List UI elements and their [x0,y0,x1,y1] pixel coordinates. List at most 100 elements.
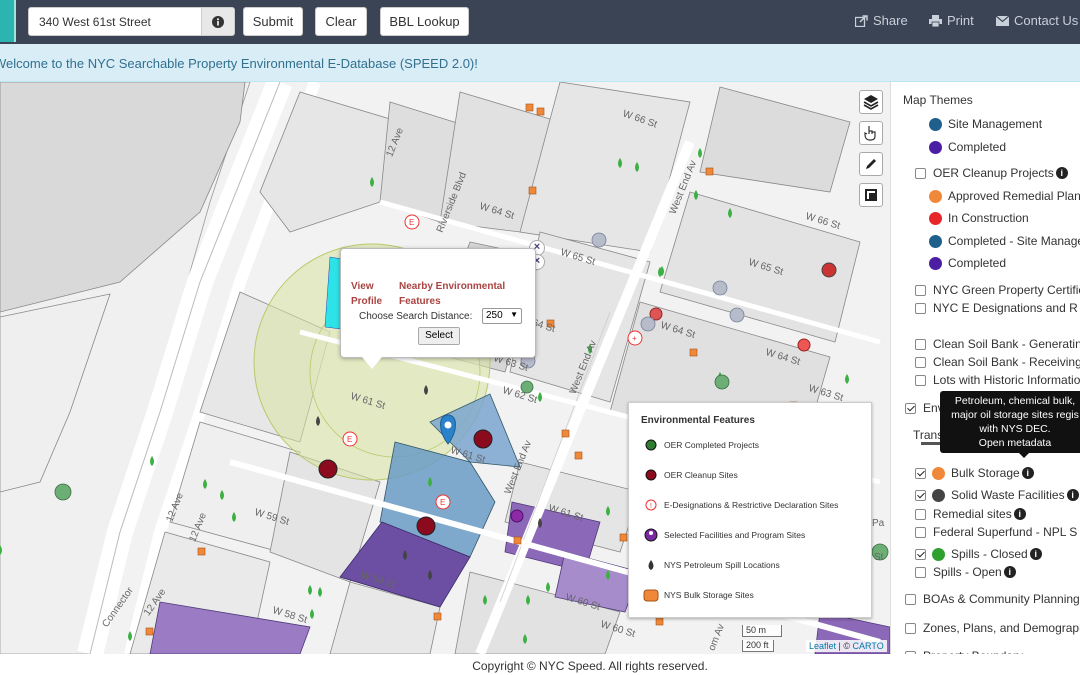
speed-logo[interactable] [0,0,16,42]
print-icon [929,14,942,27]
scale-meters: 50 m [742,625,782,637]
theme-item[interactable]: Site Management [929,117,1042,131]
legend-label: E-Designations & Restrictive Declaration… [664,500,839,510]
theme-item[interactable]: Spills - Open i [915,565,1016,579]
legend-dot-icon [929,234,942,248]
info-icon[interactable]: i [1013,508,1026,520]
legend-label: Selected Facilities and Program Sites [664,530,806,540]
theme-item[interactable]: NYC E Designations and R [915,301,1078,315]
legend-item: ! E-Designations & Restrictive Declarati… [641,497,838,513]
legend-dot-icon [929,256,942,270]
theme-item[interactable]: Lots with Historic Information [915,373,1080,387]
theme-item[interactable]: Bulk Storage i [915,466,1034,480]
theme-checkbox[interactable] [915,566,926,578]
theme-item[interactable]: Approved Remedial Plan [929,189,1080,203]
theme-checkbox[interactable] [915,356,926,368]
theme-label: Zones, Plans, and Demographics [923,621,1080,635]
search-info-button[interactable] [201,7,235,36]
theme-item[interactable]: Clean Soil Bank - Receiving [915,355,1080,369]
layer-swatch-icon [932,466,945,480]
green-check-icon [641,437,661,453]
theme-item[interactable]: OER Cleanup Projects i [915,166,1068,180]
info-icon[interactable]: i [1003,566,1016,578]
identify-button[interactable] [859,121,883,145]
select-button[interactable]: Select [418,327,460,345]
submit-button[interactable]: Submit [243,7,303,36]
layers-icon [863,95,879,110]
carto-link[interactable]: CARTO [853,641,884,651]
open-metadata-link[interactable]: Open metadata [940,436,1080,450]
theme-checkbox[interactable] [905,593,916,605]
theme-checkbox[interactable] [915,526,926,538]
layer-swatch-icon [932,547,945,561]
theme-item[interactable]: In Construction [929,211,1029,225]
footer-copyright: Copyright © NYC Speed. All rights reserv… [0,654,1080,675]
theme-item[interactable]: Completed [929,140,1006,154]
theme-label: Solid Waste Facilities [951,488,1065,502]
map-themes-title: Map Themes [903,93,973,107]
theme-label: Federal Superfund - NPL S [933,525,1078,539]
theme-checkbox[interactable] [915,374,926,386]
theme-checkbox[interactable] [915,467,926,479]
info-icon[interactable]: i [1066,489,1079,501]
pencil-icon [866,159,876,169]
theme-checkbox[interactable] [915,302,926,314]
theme-item[interactable]: Completed - Site Management [929,234,1080,248]
theme-checkbox[interactable] [915,548,926,560]
square-crop-icon [865,189,877,201]
theme-item[interactable]: Spills - Closed i [915,547,1042,561]
theme-checkbox[interactable] [915,284,926,296]
theme-label: Remedial sites [933,507,1012,521]
theme-checkbox[interactable] [915,167,926,179]
tooltip-line: Petroleum, chemical bulk, [954,395,1076,407]
theme-checkbox[interactable] [905,622,916,634]
view-profile-link[interactable]: View Profile [351,279,391,309]
dark-drop-icon [641,557,661,573]
theme-item[interactable]: Completed [929,256,1006,270]
map-view[interactable]: E E E + W 66 St W 65 St W 64 St W 64 St … [0,82,890,654]
measure-button[interactable] [859,183,883,207]
nearby-features-link[interactable]: Nearby Environmental Features [399,279,519,309]
legend-item: NYS Bulk Storage Sites [641,587,754,603]
theme-label: Clean Soil Bank - Receiving [933,355,1080,369]
theme-checkbox[interactable] [915,508,926,520]
theme-item[interactable]: BOAs & Community Planning [905,592,1080,606]
theme-item[interactable]: Solid Waste Facilities i [915,488,1079,502]
street-label: Pa [872,518,885,529]
info-icon [212,15,224,28]
info-icon[interactable]: i [1021,467,1034,479]
legend-item: NYS Petroleum Spill Locations [641,557,780,573]
print-link[interactable]: Print [929,13,974,28]
street-label: St [874,552,884,563]
theme-label: Completed [948,256,1007,270]
distance-select[interactable]: 250 ▼ [482,308,522,324]
svg-text:+: + [632,334,637,343]
theme-item[interactable]: Remedial sites i [915,507,1026,521]
theme-item[interactable]: Zones, Plans, and Demographics [905,621,1080,635]
theme-label: Clean Soil Bank - Generating [933,337,1080,351]
theme-label: NYC E Designations and R [933,301,1078,315]
theme-checkbox[interactable] [905,402,916,414]
theme-item[interactable]: Clean Soil Bank - Generating [915,337,1080,351]
draw-button[interactable] [859,152,883,176]
theme-label: Spills - Open [933,565,1002,579]
theme-item[interactable]: Federal Superfund - NPL S [915,525,1077,539]
legend-item: Selected Facilities and Program Sites [641,527,805,543]
theme-label: BOAs & Community Planning [923,592,1080,606]
bbl-lookup-button[interactable]: BBL Lookup [380,7,469,36]
theme-checkbox[interactable] [915,489,926,501]
address-search-input[interactable] [28,7,202,36]
map-themes-sidebar[interactable]: Map Themes Site Management Completed OER C… [890,82,1080,654]
share-link[interactable]: Share [855,13,908,28]
leaflet-link[interactable]: Leaflet [809,641,836,651]
contact-link[interactable]: Contact Us [996,13,1078,28]
layers-button[interactable] [859,90,883,114]
share-label: Share [873,13,908,28]
clear-button[interactable]: Clear [315,7,367,36]
info-icon[interactable]: i [1029,548,1042,560]
theme-checkbox[interactable] [915,338,926,350]
svg-text:E: E [440,498,445,507]
info-icon[interactable]: i [1055,167,1068,179]
theme-item[interactable]: NYC Green Property Certification [915,283,1080,297]
parcel-popup: View Profile Nearby Environmental Featur… [340,248,536,358]
